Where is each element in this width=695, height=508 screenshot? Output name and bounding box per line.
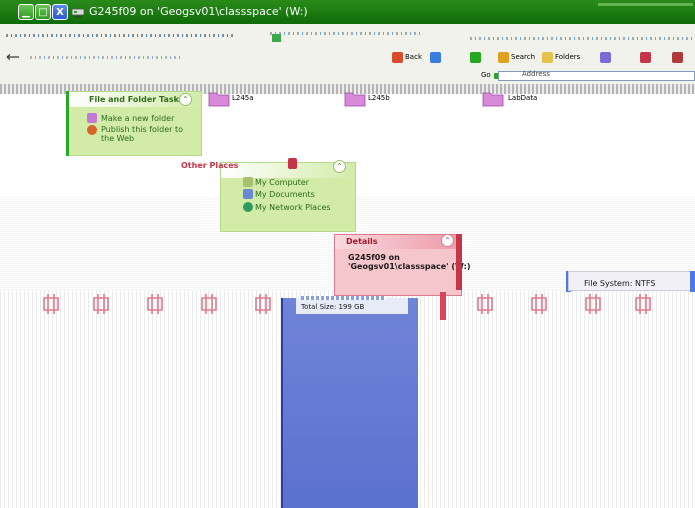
back-button-icon[interactable]	[392, 52, 403, 63]
my-documents-icon	[243, 189, 253, 199]
collapse-chevron-icon[interactable]: ⌃	[179, 93, 192, 106]
maximize-button[interactable]: □	[35, 4, 51, 20]
details-panel: Details ⌃ G245f09 on 'Geogsv01\classspac…	[334, 234, 470, 296]
network-drive-icon	[635, 294, 651, 314]
details-title[interactable]: Details	[346, 237, 378, 246]
back-arrow-icon[interactable]	[6, 54, 20, 60]
network-drive-icon	[531, 294, 547, 314]
folder-label[interactable]: L245b	[368, 94, 390, 102]
toolbar-strip	[30, 56, 180, 59]
drive-name: G245f09 on	[348, 253, 400, 262]
total-size-text: Total Size: 199 GB	[301, 303, 365, 311]
my-computer-icon	[243, 177, 253, 187]
network-drive-icon	[201, 294, 217, 314]
up-folder-icon[interactable]	[470, 52, 481, 63]
back-button-label[interactable]: Back	[405, 53, 422, 61]
standard-toolbar: Back Search Folders	[0, 50, 695, 68]
menu-strip	[470, 37, 695, 40]
search-button-label[interactable]: Search	[511, 53, 535, 61]
minimize-button[interactable]: ▁	[18, 4, 34, 20]
address-label: Address	[522, 70, 550, 78]
other-places-title[interactable]: Other Places	[181, 161, 238, 170]
publish-web-link[interactable]: Publish this folder to the Web	[101, 125, 191, 143]
network-drive-icon	[147, 294, 163, 314]
folders-button-label[interactable]: Folders	[555, 53, 580, 61]
file-system-text: File System: NTFS	[584, 279, 656, 288]
window-title: G245f09 on 'Geogsv01\classspace' (W:)	[89, 5, 308, 18]
make-new-folder-link[interactable]: Make a new folder	[101, 114, 174, 123]
views-icon[interactable]	[600, 52, 611, 63]
publish-web-icon	[87, 125, 97, 135]
collapse-chevron-icon[interactable]: ⌃	[333, 160, 346, 173]
title-decoration	[598, 3, 693, 6]
menu-bar[interactable]	[0, 24, 695, 50]
delete-icon[interactable]	[672, 52, 683, 63]
address-bar: Go Address	[0, 68, 695, 85]
network-drive-icon	[585, 294, 601, 314]
network-drive-icon	[477, 294, 493, 314]
folder-icon[interactable]	[208, 90, 230, 107]
blue-column	[283, 298, 418, 508]
folders-icon[interactable]	[542, 52, 553, 63]
menu-strip	[270, 32, 420, 35]
network-drive-icon	[255, 294, 271, 314]
other-places-red-icon	[288, 158, 297, 169]
file-folder-tasks-panel: File and Folder Tasks ⌃ Make a new folde…	[68, 91, 202, 156]
go-button[interactable]: Go	[481, 71, 491, 79]
new-folder-icon	[87, 113, 97, 123]
folder-label[interactable]: L245a	[232, 94, 254, 102]
panel-accent	[66, 91, 69, 156]
undo-icon[interactable]	[640, 52, 651, 63]
my-documents-link[interactable]: My Documents	[255, 190, 315, 199]
row-accent	[440, 292, 446, 320]
collapse-chevron-icon[interactable]: ⌃	[441, 234, 454, 247]
other-places-panel: Other Places ⌃ My Computer My Documents …	[181, 160, 356, 232]
menu-strip	[6, 34, 236, 37]
drive-address: 'Geogsv01\classspace' (W:)	[348, 262, 471, 271]
title-bar: ▁ □ X G245f09 on 'Geogsv01\classspace' (…	[0, 0, 695, 24]
network-drive-icon	[71, 8, 85, 18]
folder-icon[interactable]	[482, 90, 504, 107]
total-size-strip	[301, 296, 386, 300]
search-icon[interactable]	[498, 52, 509, 63]
my-network-places-icon	[243, 202, 253, 212]
windows-logo-icon	[272, 34, 281, 42]
folder-label[interactable]: LabData	[508, 94, 537, 102]
details-accent	[456, 234, 462, 290]
network-drive-icon	[43, 294, 59, 314]
network-drive-icon	[93, 294, 109, 314]
file-folder-tasks-title[interactable]: File and Folder Tasks	[89, 95, 184, 104]
forward-button-icon[interactable]	[430, 52, 441, 63]
fs-accent	[690, 271, 695, 292]
my-network-places-link[interactable]: My Network Places	[255, 203, 331, 212]
folder-icon[interactable]	[344, 90, 366, 107]
my-computer-link[interactable]: My Computer	[255, 178, 309, 187]
close-button[interactable]: X	[52, 4, 68, 20]
